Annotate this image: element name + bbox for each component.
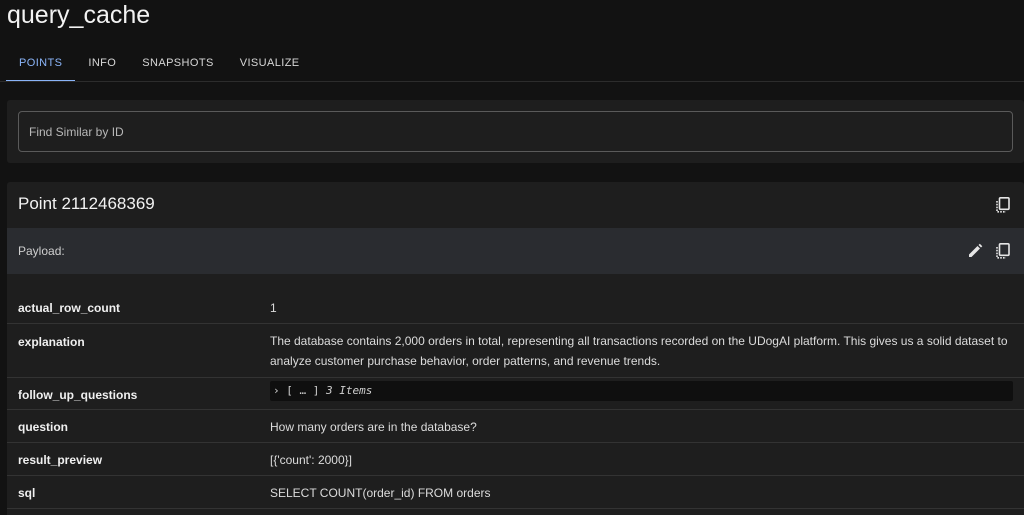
point-header: Point 2112468369: [7, 182, 1024, 228]
find-similar-input[interactable]: [18, 111, 1013, 152]
field-value: The database contains 2,000 orders in to…: [270, 334, 1008, 368]
payload-row: question How many orders are in the data…: [7, 410, 1024, 443]
tab-points[interactable]: POINTS: [6, 48, 76, 82]
payload-row: sql SELECT COUNT(order_id) FROM orders: [7, 476, 1024, 509]
edit-payload-button[interactable]: [965, 241, 985, 261]
point-card: Point 2112468369 Payload: actual_row_cou…: [7, 182, 1024, 515]
tab-visualize[interactable]: VISUALIZE: [227, 48, 313, 82]
copy-icon: [996, 243, 1010, 259]
tab-bar: POINTS INFO SNAPSHOTS VISUALIZE: [6, 48, 313, 82]
page-title: query_cache: [7, 1, 151, 29]
payload-row: explanation The database contains 2,000 …: [7, 324, 1024, 378]
field-key: actual_row_count: [18, 301, 121, 315]
field-value: SELECT COUNT(order_id) FROM orders: [270, 486, 491, 500]
copy-point-button[interactable]: [993, 195, 1013, 215]
search-card: [7, 100, 1024, 163]
payload-row: result_preview [{'count': 2000}]: [7, 443, 1024, 476]
payload-label: Payload:: [18, 244, 65, 258]
payload-table: actual_row_count 1 explanation The datab…: [7, 290, 1024, 509]
json-collapsed-array[interactable]: › [ … ] 3 Items: [270, 381, 1013, 401]
payload-row: actual_row_count 1: [7, 290, 1024, 324]
tabs-divider: [0, 81, 1024, 82]
copy-icon: [996, 197, 1010, 213]
pencil-icon: [969, 243, 983, 257]
field-key: question: [18, 420, 68, 434]
tab-info[interactable]: INFO: [75, 48, 129, 82]
field-value: How many orders are in the database?: [270, 420, 477, 434]
field-value: 1: [270, 301, 277, 315]
tab-snapshots[interactable]: SNAPSHOTS: [129, 48, 226, 82]
field-key: explanation: [18, 335, 85, 349]
field-key: result_preview: [18, 453, 103, 467]
expand-chevron-icon: ›: [273, 384, 280, 397]
field-value: [{'count': 2000}]: [270, 453, 352, 467]
field-key: follow_up_questions: [18, 388, 138, 402]
point-title: Point 2112468369: [18, 194, 155, 213]
payload-bar: Payload:: [7, 228, 1024, 274]
payload-row: follow_up_questions › [ … ] 3 Items: [7, 378, 1024, 410]
copy-payload-button[interactable]: [993, 241, 1013, 261]
field-key: sql: [18, 486, 36, 500]
array-brackets: [ … ]: [286, 384, 320, 397]
array-item-count: 3 Items: [326, 384, 373, 397]
